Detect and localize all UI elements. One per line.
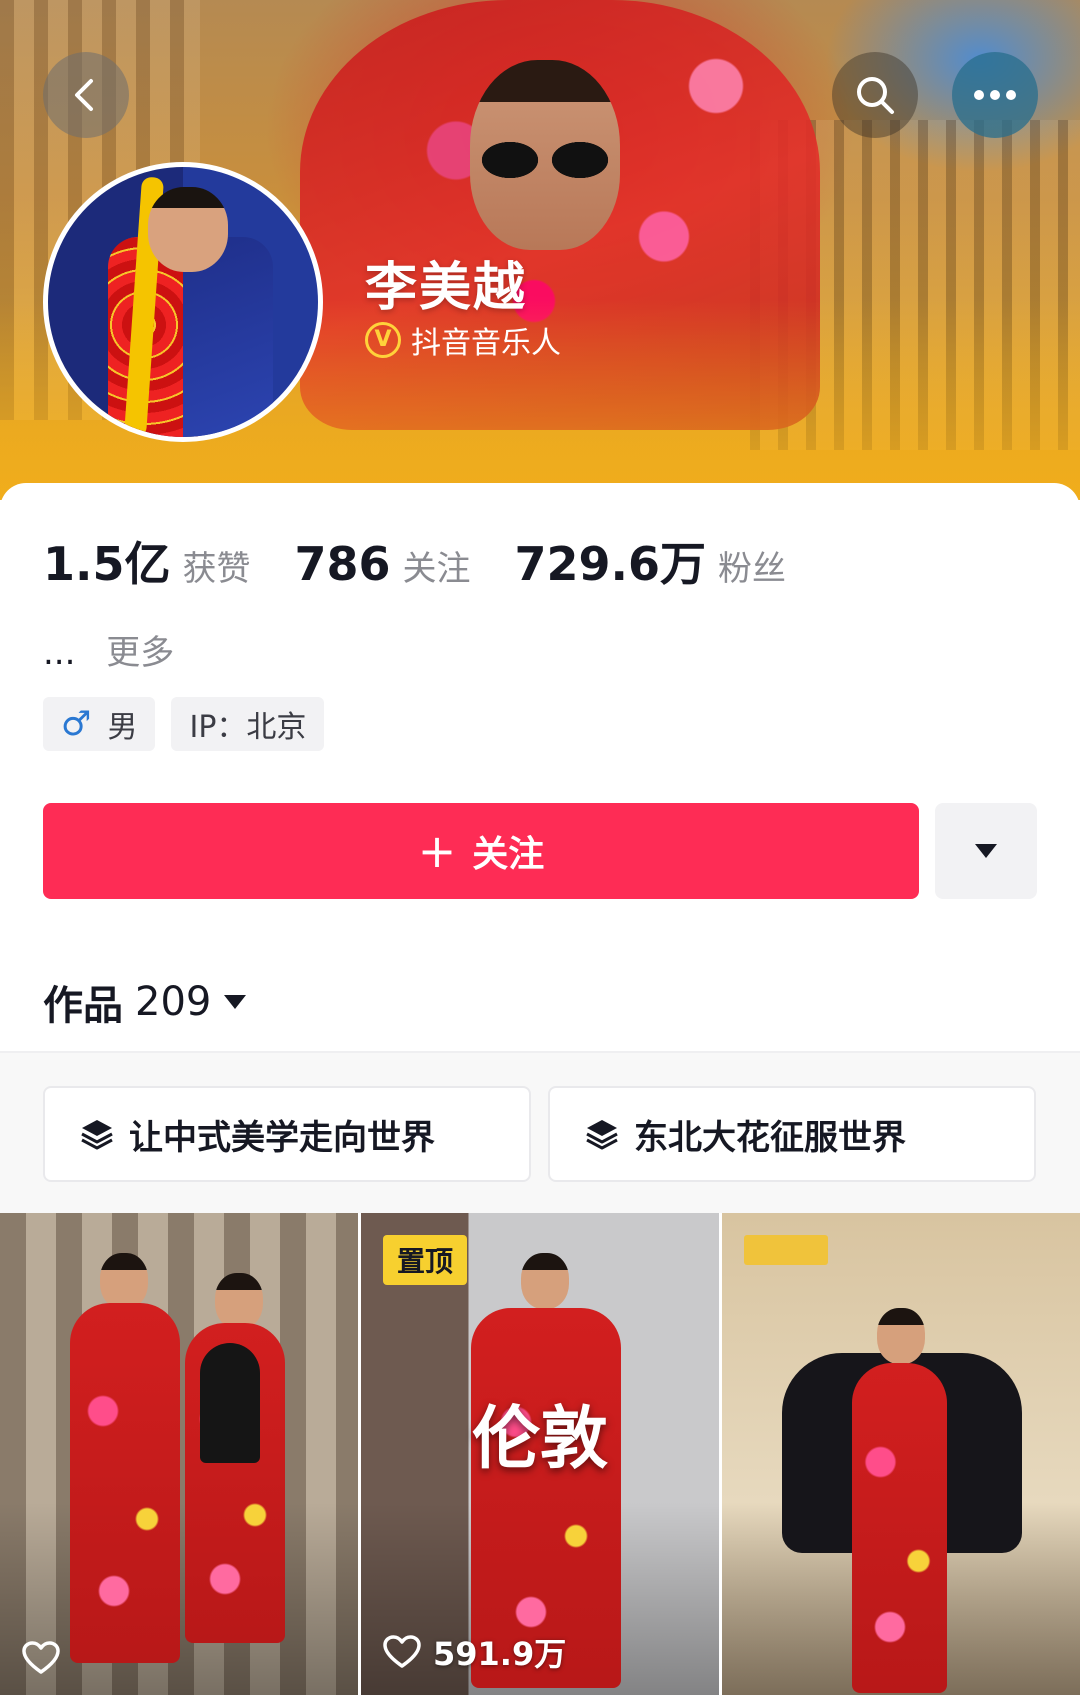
video-overlay-title: 伦敦 [471,1399,608,1479]
banner-sunglasses [478,140,612,180]
video-likes: 591.9万 [383,1629,566,1675]
stat-following-label: 关注 [402,549,471,589]
profile-tags: ♂ 男 IP：北京 [43,697,325,751]
gender-label: 男 [107,710,138,745]
video-likes-count: 591.9万 [433,1635,567,1673]
figure-head [877,1308,925,1364]
ip-tag: IP：北京 [171,697,325,751]
figure-head [215,1273,263,1329]
follow-dropdown-button[interactable] [935,803,1037,899]
chevron-left-icon [75,79,93,111]
stat-following-value: 786 [294,537,391,591]
works-tab[interactable]: 作品 209 [43,973,247,1031]
figure-head [100,1253,148,1309]
ip-label: IP：北京 [189,710,307,745]
video-grid: 置顶 伦敦 591.9万 [0,1213,1080,1695]
bio-expand[interactable]: ... 更多 [43,625,174,674]
stat-likes-label: 获赞 [182,549,251,589]
video-thumbnail-pinned[interactable]: 置顶 伦敦 591.9万 [361,1213,719,1695]
works-label: 作品 [43,983,123,1029]
figure-head [521,1253,569,1309]
follow-label: 关注 [472,834,545,875]
layers-icon [81,1120,113,1150]
bio-more-link[interactable]: 更多 [106,633,174,673]
collection-title: 东北大花征服世界 [634,1117,906,1158]
figure-floral-suit [70,1303,180,1663]
pinned-badge: 置顶 [383,1235,467,1285]
more-options-button[interactable] [952,52,1038,138]
avatar[interactable] [43,162,323,442]
layers-icon [586,1120,618,1150]
profile-name: 李美越 [365,258,528,318]
collection-northeast-flowers[interactable]: 东北大花征服世界 [548,1086,1036,1182]
collection-chinese-aesthetics[interactable]: 让中式美学走向世界 [43,1086,531,1182]
back-button[interactable] [43,52,129,138]
bio-ellipsis: ... [43,633,76,673]
search-icon [857,77,894,114]
more-dots-icon [974,90,1016,100]
video-thumbnail[interactable] [722,1213,1080,1695]
collection-title: 让中式美学走向世界 [129,1117,435,1158]
video-likes [22,1641,72,1675]
video-corner-badge [744,1235,828,1265]
figure-black-top [200,1343,260,1463]
works-count: 209 [135,979,212,1025]
avatar-head [148,187,228,272]
search-button[interactable] [832,52,918,138]
follow-button[interactable]: + 关注 [43,803,919,899]
stat-following[interactable]: 786 关注 [295,537,471,591]
heart-outline-icon [22,1641,60,1674]
verification-row: V 抖音音乐人 [365,318,561,362]
male-icon: ♂ [61,704,92,744]
verification-label: 抖音音乐人 [411,326,561,361]
figure-floral-suit [852,1363,947,1693]
video-thumbnail[interactable] [0,1213,358,1695]
stat-followers-label: 粉丝 [718,549,787,589]
gender-tag: ♂ 男 [43,697,156,751]
profile-card: 1.5亿 获赞 786 关注 729.6万 粉丝 ... 更多 ♂ 男 IP：北… [0,483,1080,1695]
caret-down-icon [224,995,247,1009]
verified-badge-icon: V [365,322,401,358]
stat-likes: 1.5亿 获赞 [43,528,251,594]
plus-icon: + [417,824,457,878]
stats-row: 1.5亿 获赞 786 关注 729.6万 粉丝 [43,528,830,594]
caret-down-icon [975,844,997,858]
stat-likes-value: 1.5亿 [43,537,171,591]
heart-outline-icon [383,1635,421,1668]
stat-followers-value: 729.6万 [514,537,707,591]
stat-followers[interactable]: 729.6万 粉丝 [515,528,787,594]
